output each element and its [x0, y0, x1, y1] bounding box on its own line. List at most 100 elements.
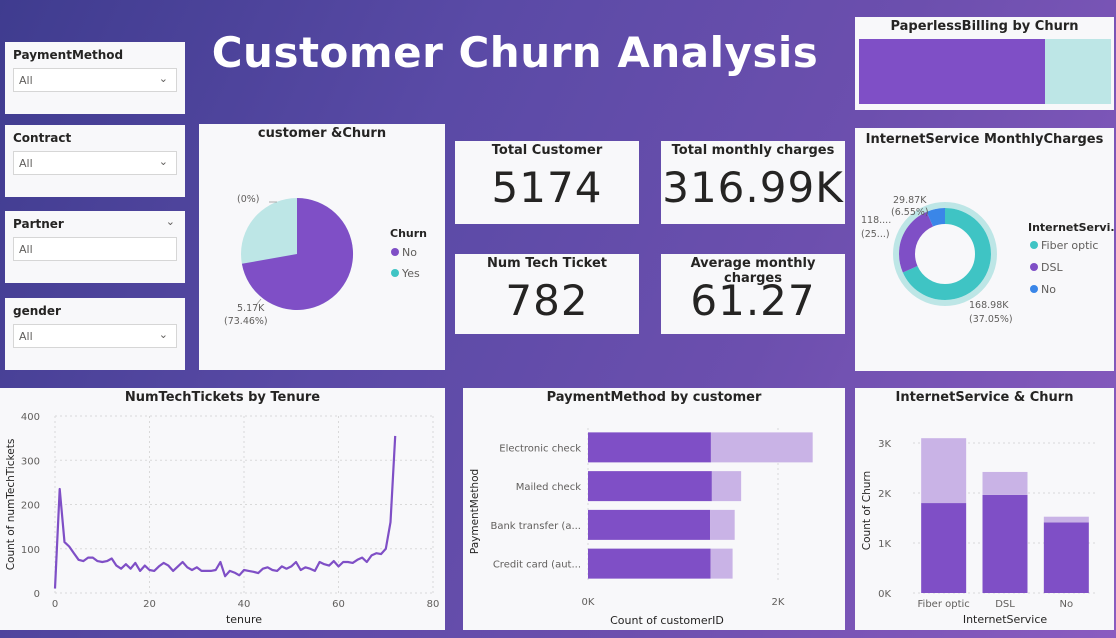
payment-method-dropdown[interactable]: All ⌄ — [13, 68, 177, 92]
legend-marker-no — [1030, 285, 1038, 293]
contract-dropdown[interactable]: All ⌄ — [13, 151, 177, 175]
kpi-num-tech-ticket[interactable]: Num Tech Ticket 782 — [455, 254, 639, 334]
donut-label-fiber-pct: (37.05%) — [969, 314, 1013, 325]
y-tick-label: 400 — [21, 412, 40, 423]
donut-legend-title: InternetServi... — [1028, 221, 1114, 234]
kpi-value: 782 — [505, 276, 589, 325]
category-label: Fiber optic — [918, 599, 970, 610]
line-series[interactable] — [53, 435, 397, 589]
internet-service-column-chart: 0K 1K 2K 3K Fiber optic DSL No InternetService C… — [861, 438, 1097, 626]
kpi-label: Total monthly charges — [671, 143, 835, 158]
legend-item-no[interactable]: No — [1041, 283, 1056, 296]
column-segment-yes[interactable] — [921, 438, 967, 504]
x-tick-label: 2K — [772, 597, 785, 608]
x-tick-label: 20 — [143, 599, 156, 610]
column-segment-yes[interactable] — [982, 471, 1028, 495]
tech-tickets-line-card[interactable]: NumTechTickets by Tenure 0 100 200 300 400 0 2… — [0, 388, 445, 630]
dropdown-value: All — [19, 243, 33, 256]
slicer-label: Contract — [13, 131, 72, 145]
category-label: Credit card (aut... — [493, 560, 581, 571]
pie-label-no-pct: (73.46%) — [224, 316, 268, 327]
page-title: Customer Churn Analysis — [211, 28, 819, 77]
slicer-label: Partner — [13, 217, 64, 231]
pie-label-no: 5.17K — [237, 303, 265, 314]
legend-item-no[interactable]: No — [402, 246, 417, 259]
x-tick-label: 80 — [427, 599, 440, 610]
legend-marker-dsl — [1030, 263, 1038, 271]
bar-segment-yes[interactable] — [711, 471, 742, 502]
category-label: Mailed check — [516, 482, 581, 493]
partner-dropdown[interactable]: All — [13, 237, 177, 261]
y-axis-label: Count of Churn — [861, 471, 873, 550]
chevron-down-icon[interactable]: ⌄ — [166, 215, 175, 228]
column-segment-no[interactable] — [1043, 522, 1089, 593]
x-axis-label: InternetService — [963, 613, 1048, 626]
bar-segment-no[interactable] — [588, 509, 711, 540]
column-segment-yes[interactable] — [1043, 516, 1089, 523]
payment-method-bar-card[interactable]: PaymentMethod by customer 0K 2K Electronic… — [463, 388, 845, 630]
y-tick-label: 300 — [21, 456, 40, 467]
slicer-label: PaymentMethod — [13, 48, 124, 62]
column-segment-no[interactable] — [921, 503, 967, 593]
slicer-payment-method: PaymentMethod All ⌄ — [5, 42, 185, 114]
paperless-bar-no[interactable] — [859, 39, 1045, 104]
dropdown-value: All — [19, 74, 33, 87]
chevron-down-icon[interactable]: ⌄ — [159, 72, 168, 85]
donut-label-no-pct: (6.55%) — [891, 207, 929, 218]
legend-item-fiber-optic[interactable]: Fiber optic — [1041, 239, 1098, 252]
kpi-label: Num Tech Ticket — [486, 256, 607, 271]
category-label: DSL — [995, 599, 1015, 610]
paperless-billing-card[interactable]: PaperlessBilling by Churn — [855, 17, 1114, 110]
line-chart: 0 100 200 300 400 0 20 40 60 80 tenure Count of num… — [5, 412, 440, 626]
column-segment-no[interactable] — [982, 494, 1028, 593]
x-tick-label: 0 — [52, 599, 58, 610]
legend-marker-no — [391, 248, 399, 256]
x-tick-label: 40 — [238, 599, 251, 610]
donut-label-dsl-pct: (25...) — [861, 229, 890, 240]
dropdown-value: All — [19, 157, 33, 170]
paperless-title: PaperlessBilling by Churn — [890, 19, 1079, 34]
legend-item-yes[interactable]: Yes — [401, 267, 420, 280]
internet-service-churn-card[interactable]: InternetService & Churn 0K 1K 2K 3K Fiber op… — [855, 388, 1114, 630]
bar-segment-no[interactable] — [588, 432, 711, 463]
kpi-total-customer[interactable]: Total Customer 5174 — [455, 141, 639, 224]
donut-label-no: 29.87K — [893, 195, 927, 206]
donut-label-fiber: 168.98K — [969, 300, 1009, 311]
y-axis-label: Count of numTechTickets — [5, 439, 17, 571]
paperless-bar-yes[interactable] — [1045, 39, 1111, 104]
bar-segment-yes[interactable] — [710, 432, 813, 463]
legend-marker-yes — [391, 269, 399, 277]
dropdown-value: All — [19, 330, 33, 343]
kpi-value: 5174 — [491, 163, 603, 212]
kpi-value: 61.27 — [690, 276, 816, 325]
donut-chart: 29.87K (6.55%) 118.... (25...) 168.98K (… — [861, 195, 1114, 325]
y-tick-label: 100 — [21, 545, 40, 556]
y-tick-label: 2K — [878, 489, 891, 500]
bar-segment-yes[interactable] — [710, 548, 733, 579]
bar-segment-no[interactable] — [588, 471, 712, 502]
gender-dropdown[interactable]: All ⌄ — [13, 324, 177, 348]
slicer-contract: Contract All ⌄ — [5, 125, 185, 197]
category-label: Electronic check — [499, 443, 581, 454]
y-tick-label: 1K — [878, 539, 891, 550]
kpi-total-monthly-charges[interactable]: Total monthly charges 316.99K — [661, 141, 845, 224]
customer-churn-pie-card[interactable]: customer &Churn (0%) 5.17K (73.46%) Chur… — [199, 124, 445, 370]
internet-service-donut-card[interactable]: InternetService MonthlyCharges 29.87K (6… — [855, 128, 1114, 371]
pie-legend-title: Churn — [390, 227, 427, 240]
slicer-label: gender — [13, 304, 61, 318]
x-tick-label: 0K — [582, 597, 595, 608]
pie-chart: (0%) 5.17K (73.46%) Churn No Yes — [224, 194, 427, 327]
bar-segment-yes[interactable] — [710, 509, 735, 540]
kpi-label: Total Customer — [491, 143, 603, 158]
y-tick-label: 200 — [21, 501, 40, 512]
bar-segment-no[interactable] — [588, 548, 711, 579]
kpi-value: 316.99K — [662, 163, 844, 212]
x-tick-label: 60 — [332, 599, 345, 610]
chevron-down-icon[interactable]: ⌄ — [159, 328, 168, 341]
chevron-down-icon[interactable]: ⌄ — [159, 155, 168, 168]
legend-item-dsl[interactable]: DSL — [1041, 261, 1063, 274]
x-axis-label: tenure — [226, 613, 262, 626]
pie-label-yes: (0%) — [237, 194, 259, 205]
legend-marker-fiber — [1030, 241, 1038, 249]
kpi-average-monthly-charges[interactable]: Average monthly charges 61.27 — [661, 254, 845, 334]
